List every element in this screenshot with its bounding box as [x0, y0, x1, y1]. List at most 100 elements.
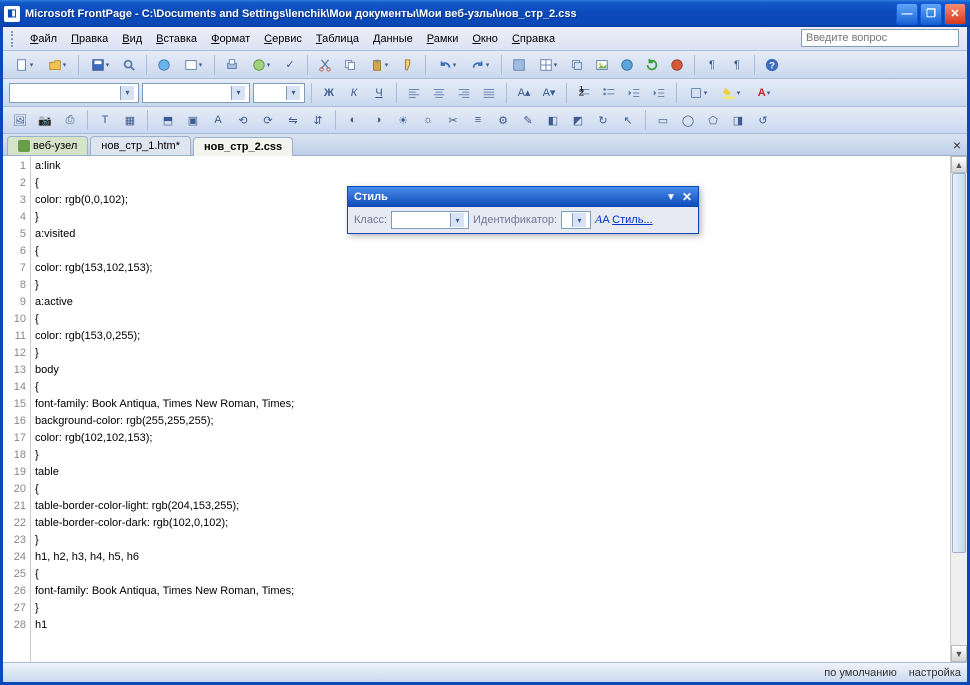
- tab-file-2[interactable]: нов_стр_2.css: [193, 137, 293, 156]
- style-link[interactable]: AA Стиль...: [595, 211, 653, 229]
- publish-button[interactable]: [153, 54, 175, 76]
- help-button[interactable]: ?: [761, 54, 783, 76]
- search-button[interactable]: [118, 54, 140, 76]
- outdent-button[interactable]: [623, 82, 645, 104]
- menu-формат[interactable]: Формат: [204, 30, 257, 48]
- align-left-button[interactable]: [403, 82, 425, 104]
- show-all-button[interactable]: ¶: [726, 54, 748, 76]
- pic-color-button[interactable]: ◧: [542, 109, 564, 131]
- redo-button[interactable]: [465, 54, 495, 76]
- indent-button[interactable]: [648, 82, 670, 104]
- tab-website[interactable]: веб-узел: [7, 136, 88, 155]
- style-panel-close-button[interactable]: ✕: [682, 189, 692, 206]
- style-panel-header[interactable]: Стиль ▼ ✕: [348, 187, 698, 207]
- id-combo[interactable]: ▾: [561, 211, 591, 229]
- webcomponent-button[interactable]: [508, 54, 530, 76]
- pic-scan-button[interactable]: ⎙: [59, 109, 81, 131]
- format-painter-button[interactable]: [397, 54, 419, 76]
- highlight-button[interactable]: [716, 82, 746, 104]
- bullet-list-button[interactable]: [598, 82, 620, 104]
- menu-рамки[interactable]: Рамки: [420, 30, 466, 48]
- pic-camera-button[interactable]: 📷: [34, 109, 56, 131]
- style-panel-menu-icon[interactable]: ▼: [666, 189, 676, 206]
- undo-button[interactable]: [432, 54, 462, 76]
- scroll-track[interactable]: [951, 173, 967, 645]
- layer-button[interactable]: [566, 54, 588, 76]
- pic-flip-v-button[interactable]: ⇵: [307, 109, 329, 131]
- pic-text-button[interactable]: T: [94, 109, 116, 131]
- font-combo[interactable]: ▾: [142, 83, 250, 103]
- pic-less-contrast-button[interactable]: ◑: [367, 109, 389, 131]
- new-button[interactable]: [9, 54, 39, 76]
- bold-button[interactable]: Ж: [318, 82, 340, 104]
- pic-hotspot-circle-button[interactable]: ◯: [677, 109, 699, 131]
- scroll-thumb[interactable]: [952, 173, 966, 553]
- open-button[interactable]: [42, 54, 72, 76]
- paste-button[interactable]: [364, 54, 394, 76]
- menu-правка[interactable]: Правка: [64, 30, 115, 48]
- table-button[interactable]: [533, 54, 563, 76]
- pic-restore-button[interactable]: ↺: [752, 109, 774, 131]
- pic-position-button[interactable]: ⬒: [157, 109, 179, 131]
- spell-button[interactable]: ✓: [279, 54, 301, 76]
- numbered-list-button[interactable]: 12: [573, 82, 595, 104]
- pic-insert-button[interactable]: 🖼: [9, 109, 31, 131]
- show-formatting-button[interactable]: ¶: [701, 54, 723, 76]
- preview-button[interactable]: [178, 54, 208, 76]
- pic-less-brightness-button[interactable]: ☼: [417, 109, 439, 131]
- pic-more-contrast-button[interactable]: ◐: [342, 109, 364, 131]
- increase-font-button[interactable]: A▴: [513, 82, 535, 104]
- menu-вид[interactable]: Вид: [115, 30, 149, 48]
- print-button[interactable]: [221, 54, 243, 76]
- cut-button[interactable]: [314, 54, 336, 76]
- refresh-button[interactable]: [641, 54, 663, 76]
- pic-highlight-hotspots-button[interactable]: ◨: [727, 109, 749, 131]
- vertical-scrollbar[interactable]: ▲ ▼: [950, 156, 967, 662]
- pic-format-button[interactable]: ⚙: [492, 109, 514, 131]
- maximize-button[interactable]: ❐: [920, 3, 942, 25]
- pic-bringforward-button[interactable]: ▣: [182, 109, 204, 131]
- pic-more-brightness-button[interactable]: ☀: [392, 109, 414, 131]
- pic-resample-button[interactable]: ↻: [592, 109, 614, 131]
- pic-crop-button[interactable]: ✂: [442, 109, 464, 131]
- tab-file-1[interactable]: нов_стр_1.htm*: [90, 136, 191, 155]
- menu-таблица[interactable]: Таблица: [309, 30, 366, 48]
- pic-hotspot-rect-button[interactable]: ▭: [652, 109, 674, 131]
- style-combo[interactable]: ▾: [9, 83, 139, 103]
- font-color-button[interactable]: A: [749, 82, 779, 104]
- code-area[interactable]: Стиль ▼ ✕ Класс: ▾ Идентификатор: ▾ AA С…: [31, 156, 950, 662]
- close-button[interactable]: ✕: [944, 3, 966, 25]
- pic-rotate-left-button[interactable]: ⟲: [232, 109, 254, 131]
- menu-окно[interactable]: Окно: [465, 30, 505, 48]
- italic-button[interactable]: К: [343, 82, 365, 104]
- align-right-button[interactable]: [453, 82, 475, 104]
- scroll-down-button[interactable]: ▼: [951, 645, 967, 662]
- align-center-button[interactable]: [428, 82, 450, 104]
- hyperlink-button[interactable]: [616, 54, 638, 76]
- size-combo[interactable]: ▾: [253, 83, 305, 103]
- copy-button[interactable]: [339, 54, 361, 76]
- menu-сервис[interactable]: Сервис: [257, 30, 309, 48]
- pic-bevel-button[interactable]: ◩: [567, 109, 589, 131]
- pic-textlabel-button[interactable]: A: [207, 109, 229, 131]
- help-search-input[interactable]: [801, 29, 959, 47]
- pic-line-style-button[interactable]: ≡: [467, 109, 489, 131]
- menu-вставка[interactable]: Вставка: [149, 30, 204, 48]
- menu-справка[interactable]: Справка: [505, 30, 562, 48]
- pic-transparent-button[interactable]: ✎: [517, 109, 539, 131]
- border-button[interactable]: [683, 82, 713, 104]
- pic-autothumbnail-button[interactable]: ▦: [119, 109, 141, 131]
- pic-select-button[interactable]: ↖: [617, 109, 639, 131]
- menu-файл[interactable]: Файл: [23, 30, 64, 48]
- minimize-button[interactable]: —: [896, 3, 918, 25]
- pic-rotate-right-button[interactable]: ⟳: [257, 109, 279, 131]
- underline-button[interactable]: Ч: [368, 82, 390, 104]
- picture-button[interactable]: [591, 54, 613, 76]
- print-preview-button[interactable]: [246, 54, 276, 76]
- stop-button[interactable]: [666, 54, 688, 76]
- align-justify-button[interactable]: [478, 82, 500, 104]
- class-combo[interactable]: ▾: [391, 211, 469, 229]
- pic-hotspot-poly-button[interactable]: ⬠: [702, 109, 724, 131]
- save-button[interactable]: [85, 54, 115, 76]
- menu-данные[interactable]: Данные: [366, 30, 420, 48]
